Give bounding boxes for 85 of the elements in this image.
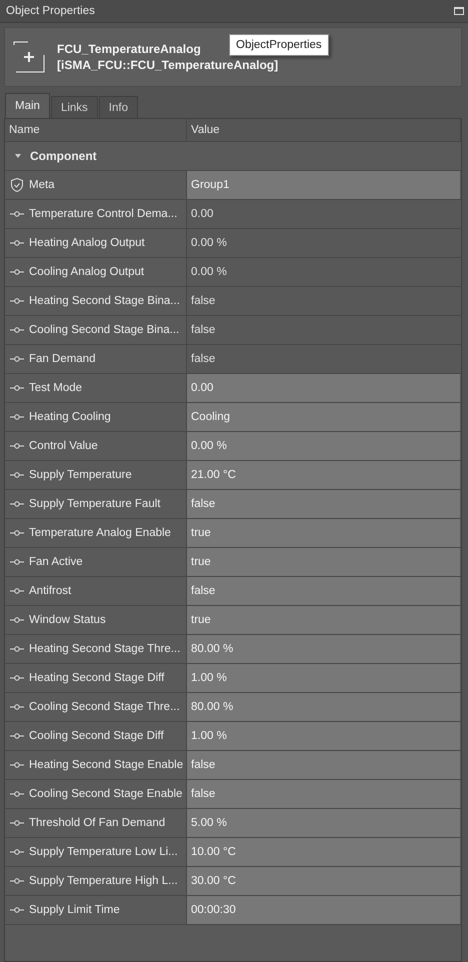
tooltip: ObjectProperties bbox=[229, 34, 329, 56]
property-name: Temperature Control Dema... bbox=[29, 208, 178, 220]
slot-icon bbox=[9, 819, 25, 827]
property-value[interactable]: Group1 bbox=[187, 171, 460, 199]
slot-icon bbox=[9, 877, 25, 885]
property-value[interactable]: true bbox=[187, 519, 460, 547]
slot-icon bbox=[9, 529, 25, 537]
property-value[interactable]: 5.00 % bbox=[187, 809, 460, 837]
property-name: Temperature Analog Enable bbox=[29, 527, 171, 539]
property-name: Heating Second Stage Enable bbox=[29, 759, 184, 771]
property-name: Window Status bbox=[29, 614, 106, 626]
property-name: Control Value bbox=[29, 440, 98, 452]
property-name: Cooling Second Stage Diff bbox=[29, 730, 164, 742]
panel-title: Object Properties bbox=[6, 5, 95, 17]
property-value[interactable]: false bbox=[187, 490, 460, 518]
slot-icon bbox=[9, 297, 25, 305]
property-name: Heating Second Stage Diff bbox=[29, 672, 164, 684]
property-name: Heating Cooling bbox=[29, 411, 111, 423]
property-value[interactable]: 10.00 °C bbox=[187, 838, 460, 866]
property-name: Heating Second Stage Bina... bbox=[29, 295, 180, 307]
property-name: Threshold Of Fan Demand bbox=[29, 817, 166, 829]
property-name: Fan Active bbox=[29, 556, 83, 568]
property-name: Cooling Second Stage Bina... bbox=[29, 324, 180, 336]
property-name: Meta bbox=[29, 179, 55, 191]
property-name: Supply Temperature High L... bbox=[29, 875, 178, 887]
slot-icon bbox=[9, 442, 25, 450]
slot-icon bbox=[9, 500, 25, 508]
maximize-icon[interactable] bbox=[454, 7, 464, 15]
property-name: Test Mode bbox=[29, 382, 82, 394]
property-value[interactable]: 80.00 % bbox=[187, 693, 460, 721]
property-value[interactable]: 0.00 bbox=[187, 374, 460, 402]
property-value[interactable]: 80.00 % bbox=[187, 635, 460, 663]
property-name: Heating Analog Output bbox=[29, 237, 145, 249]
column-header: Value bbox=[187, 119, 461, 141]
property-value[interactable]: 21.00 °C bbox=[187, 461, 460, 489]
slot-icon bbox=[9, 384, 25, 392]
object-type: [iSMA_FCU::FCU_TemperatureAnalog] bbox=[57, 57, 278, 73]
group-label: Component bbox=[30, 149, 97, 163]
property-value[interactable]: 30.00 °C bbox=[187, 867, 460, 895]
slot-icon bbox=[9, 268, 25, 276]
slot-icon bbox=[9, 848, 25, 856]
caret-icon[interactable] bbox=[14, 153, 22, 159]
plus-icon bbox=[13, 41, 45, 73]
column-header: Name bbox=[5, 119, 187, 141]
property-value[interactable]: false bbox=[187, 577, 460, 605]
property-name: Supply Temperature Fault bbox=[29, 498, 160, 510]
property-value[interactable]: 0.00 % bbox=[187, 432, 460, 460]
property-name: Antifrost bbox=[29, 585, 72, 597]
property-value[interactable]: Cooling bbox=[187, 403, 460, 431]
property-name: Cooling Second Stage Thre... bbox=[29, 701, 180, 713]
property-value[interactable]: false bbox=[187, 780, 460, 808]
slot-icon bbox=[9, 645, 25, 653]
property-name: Supply Temperature Low Li... bbox=[29, 846, 178, 858]
property-value[interactable]: true bbox=[187, 606, 460, 634]
slot-icon bbox=[9, 587, 25, 595]
property-value[interactable]: 1.00 % bbox=[187, 664, 460, 692]
property-name: Supply Temperature bbox=[29, 469, 132, 481]
property-value[interactable]: 1.00 % bbox=[187, 722, 460, 750]
slot-icon bbox=[9, 906, 25, 914]
object-name: FCU_TemperatureAnalog bbox=[57, 41, 201, 57]
slot-icon bbox=[9, 326, 25, 334]
slot-icon bbox=[9, 790, 25, 798]
property-value[interactable]: false bbox=[187, 751, 460, 779]
property-value[interactable]: 00:00:30 bbox=[187, 896, 460, 924]
property-name: Heating Second Stage Thre... bbox=[29, 643, 180, 655]
slot-icon bbox=[9, 761, 25, 769]
slot-icon bbox=[9, 471, 25, 479]
slot-icon bbox=[9, 355, 25, 363]
slot-icon bbox=[9, 413, 25, 421]
tab[interactable]: Main bbox=[5, 93, 50, 118]
slot-icon bbox=[9, 210, 25, 218]
slot-icon bbox=[9, 558, 25, 566]
tab[interactable]: Info bbox=[98, 96, 138, 118]
slot-icon bbox=[9, 616, 25, 624]
property-name: Supply Limit Time bbox=[29, 904, 120, 916]
property-name: Fan Demand bbox=[29, 353, 96, 365]
property-value[interactable]: true bbox=[187, 548, 460, 576]
slot-icon bbox=[9, 674, 25, 682]
slot-icon bbox=[9, 239, 25, 247]
slot-icon bbox=[9, 703, 25, 711]
property-name: Cooling Second Stage Enable bbox=[29, 788, 182, 800]
shield-icon bbox=[9, 177, 25, 193]
property-name: Cooling Analog Output bbox=[29, 266, 144, 278]
slot-icon bbox=[9, 732, 25, 740]
tab[interactable]: Links bbox=[50, 96, 98, 118]
